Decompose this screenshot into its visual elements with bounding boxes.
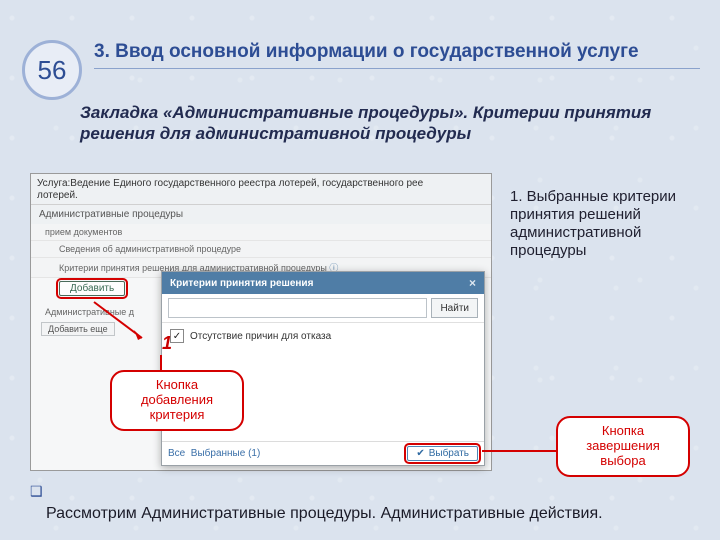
criteria-popup: Критерии принятия решения × Найти ✓ Отсу… [161,271,485,466]
row-procedure-info[interactable]: Сведения об административной процедуре [31,241,491,258]
find-button[interactable]: Найти [431,298,478,318]
service-title-line2: лотерей. [37,190,78,201]
section-title: 3. Ввод основной информации о государств… [94,40,700,69]
section-subtitle: Закладка «Административные процедуры». К… [80,102,680,145]
select-button[interactable]: Выбрать [407,446,478,461]
footer-note: Рассмотрим Административные процедуры. А… [46,504,690,524]
page-number-text: 56 [38,55,67,86]
bullet-icon: ❑ [30,483,43,500]
popup-header: Критерии принятия решения × [162,272,484,294]
filter-all[interactable]: Все [168,448,185,459]
checkbox-icon[interactable]: ✓ [170,329,184,343]
filter-selected[interactable]: Выбранные (1) [191,448,261,459]
add-criterion-button[interactable]: Добавить [59,281,125,296]
callout-connector-1 [160,355,162,371]
annotation-1: 1. Выбранные критерии принятия решений а… [510,188,705,260]
callout-finish-button: Кнопка завершения выбора [556,416,690,477]
marker-1: 1 [162,333,172,354]
add-more-button[interactable]: Добавить еще [41,322,115,336]
page-number-badge: 56 [22,40,82,100]
tab-admin-procedures[interactable]: Административные процедуры [31,205,491,224]
app-screenshot: Услуга:Ведение Единого государственного … [30,173,492,471]
close-icon[interactable]: × [469,276,476,290]
popup-footer-filter[interactable]: Все Выбранные (1) [168,448,260,459]
service-title-line1: Услуга:Ведение Единого государственного … [37,178,423,189]
row-intake[interactable]: прием документов [31,224,491,241]
select-button-label: Выбрать [429,448,469,459]
list-item-label: Отсутствие причин для отказа [190,331,331,342]
service-title: Услуга:Ведение Единого государственного … [31,174,491,205]
row-admin-actions[interactable]: Административные д [31,304,148,320]
search-input[interactable] [168,298,427,318]
callout-connector-2a [482,450,556,452]
callout-add-button: Кнопка добавления критерия [110,370,244,431]
popup-title: Критерии принятия решения [170,278,313,289]
list-item[interactable]: ✓ Отсутствие причин для отказа [170,329,476,343]
